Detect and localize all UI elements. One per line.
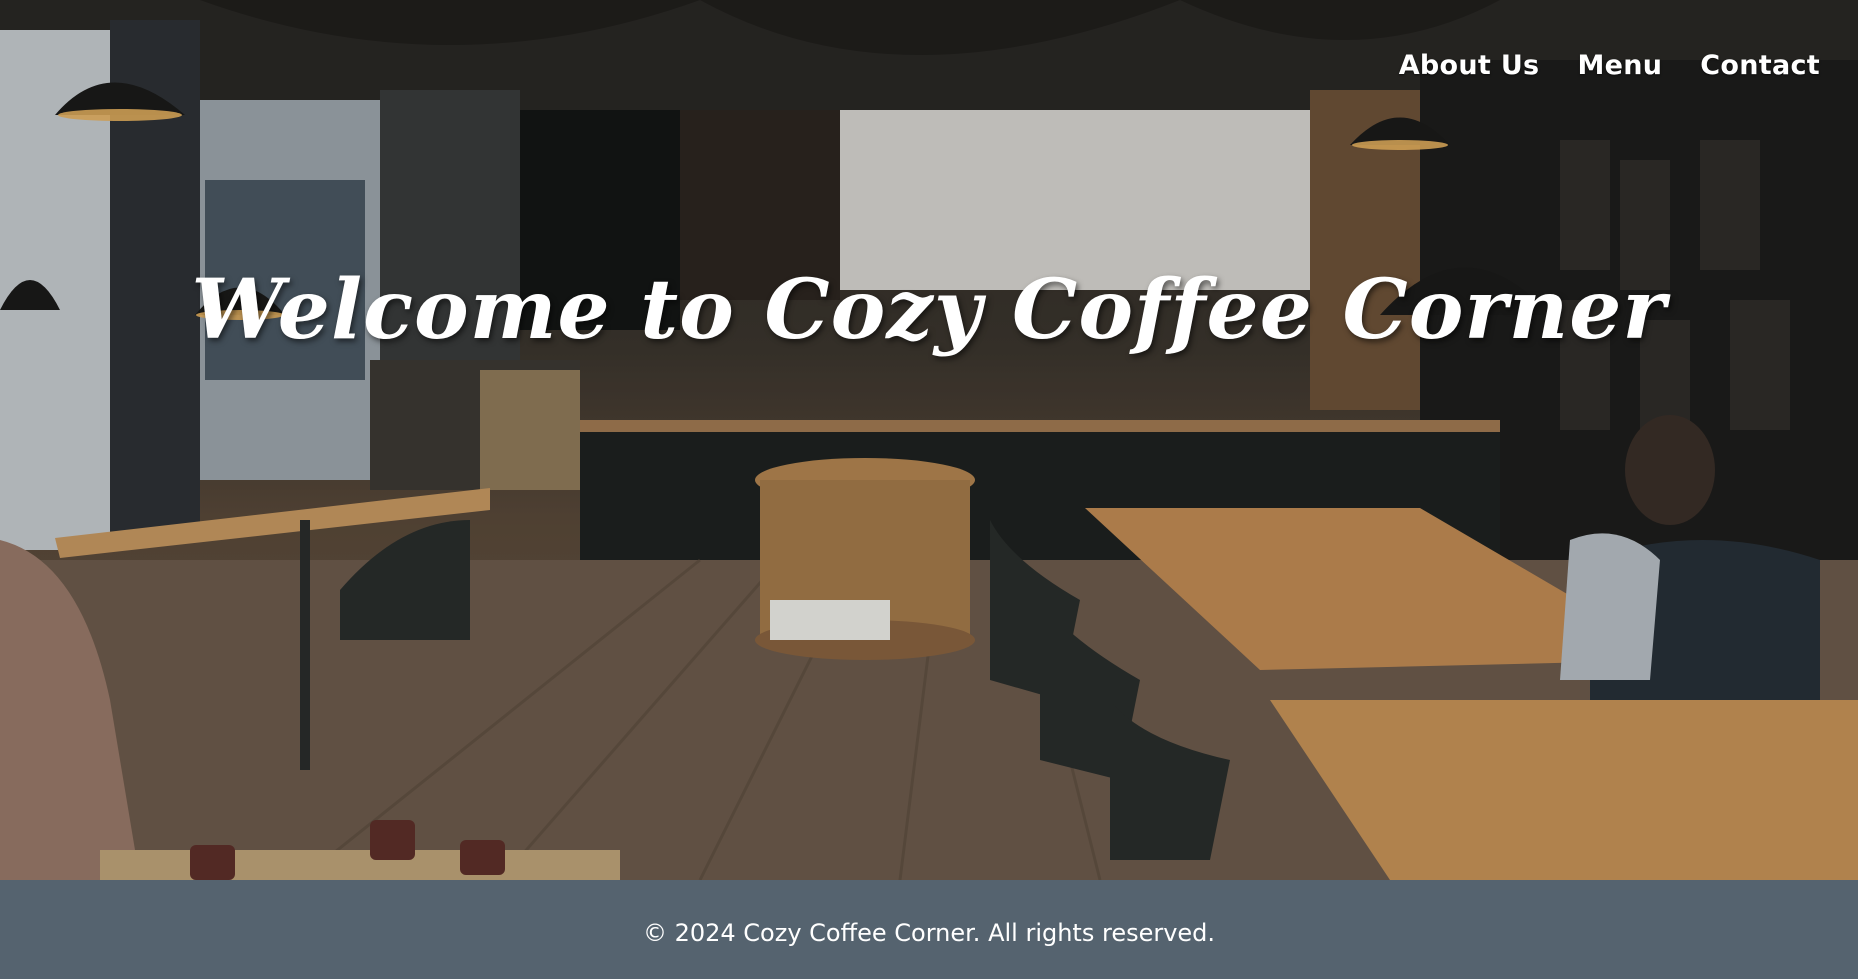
main-nav: About Us Menu Contact	[1399, 50, 1820, 81]
footer-copyright: © 2024 Cozy Coffee Corner. All rights re…	[642, 918, 1216, 947]
page: About Us Menu Contact Welcome to Cozy Co…	[0, 0, 1858, 979]
nav-link-menu[interactable]: Menu	[1577, 50, 1662, 81]
nav-link-contact[interactable]: Contact	[1700, 50, 1820, 81]
footer: © 2024 Cozy Coffee Corner. All rights re…	[0, 880, 1858, 979]
nav-link-about-us[interactable]: About Us	[1399, 50, 1540, 81]
cafe-interior-background-image	[0, 0, 1858, 880]
hero-section: About Us Menu Contact Welcome to Cozy Co…	[0, 0, 1858, 880]
hero-title: Welcome to Cozy Coffee Corner	[191, 262, 1667, 358]
